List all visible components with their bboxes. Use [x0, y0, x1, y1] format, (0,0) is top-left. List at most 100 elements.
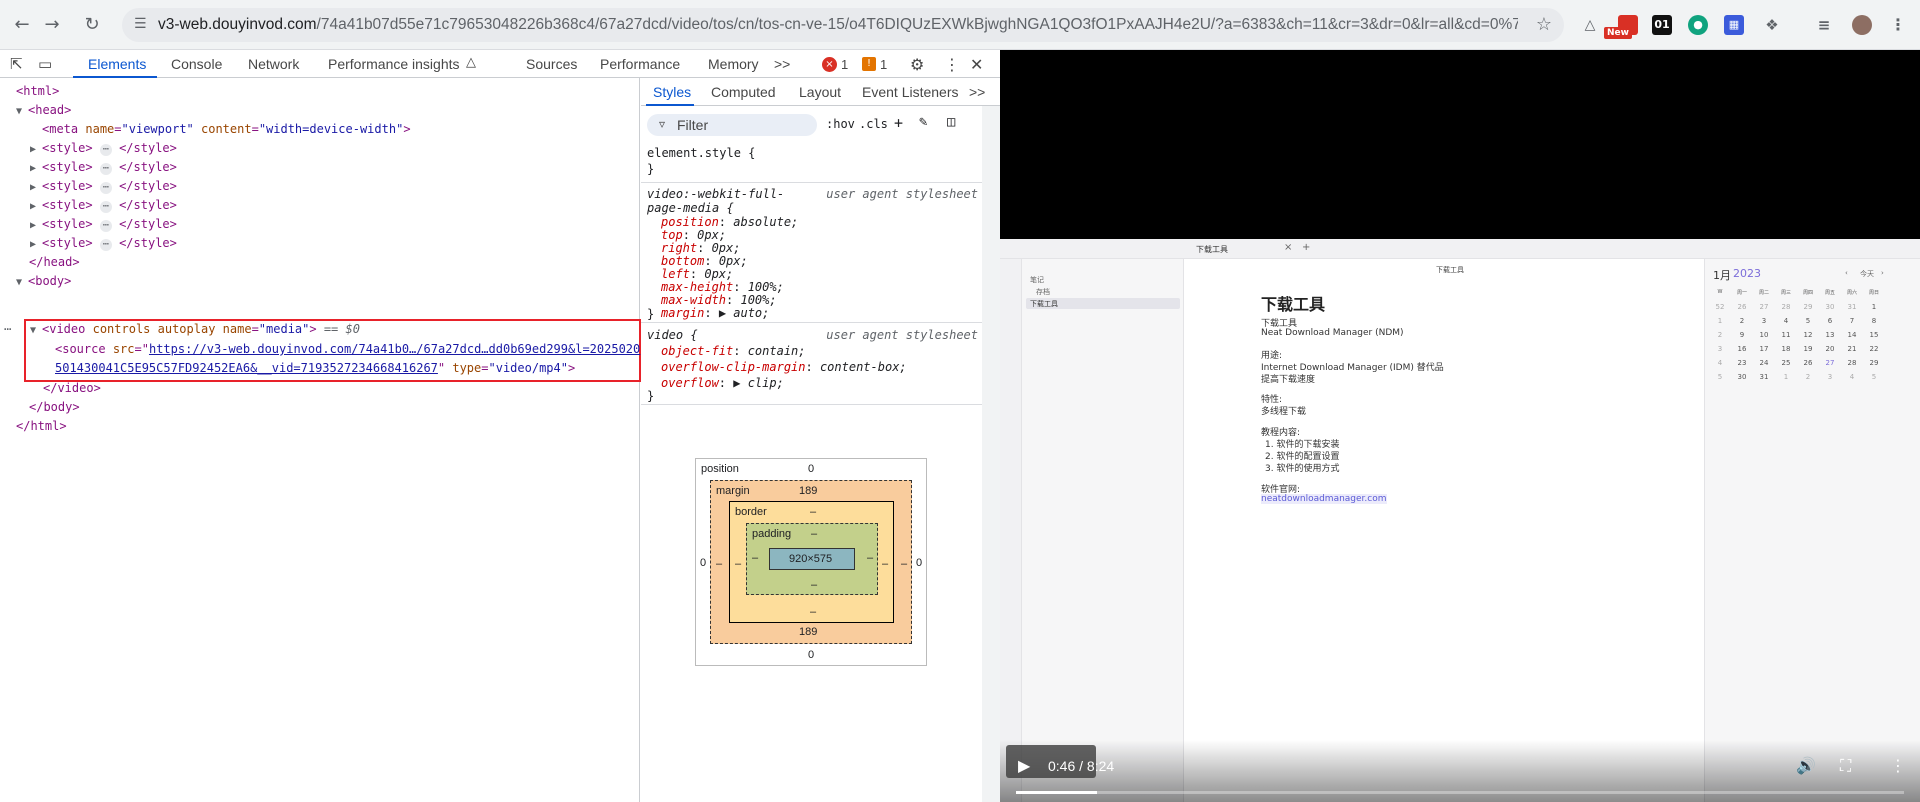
source-url-link[interactable]: 501430041C5E95C57FD92452EA6&__vid=719352… [55, 361, 438, 375]
more-options-icon[interactable]: ⋮ [1890, 756, 1906, 775]
new-style-rule-icon[interactable]: + [894, 114, 903, 132]
ellipsis-badge[interactable]: ⋯ [99, 163, 112, 175]
ellipsis-badge[interactable]: ⋯ [99, 220, 112, 232]
forward-arrow-icon[interactable]: → [40, 13, 64, 37]
ellipsis-badge[interactable]: ⋯ [99, 182, 112, 194]
styles-scrollbar[interactable] [982, 106, 1000, 802]
box-model-margin[interactable]: margin 189 – – 189 border – – – – paddin… [710, 480, 912, 644]
gear-icon[interactable]: ⚙ [910, 55, 924, 74]
box-model-border[interactable]: border – – – – padding – – – – 920×575 [729, 501, 894, 623]
hov-toggle-button[interactable]: :hov [826, 117, 855, 131]
margin-bottom-value[interactable]: 189 [799, 626, 817, 638]
padding-right-value[interactable]: – [867, 552, 873, 564]
toggle-sidebar-icon[interactable]: ◫ [947, 114, 955, 130]
css-declaration[interactable]: left: 0px; [661, 267, 733, 281]
padding-top-value[interactable]: – [811, 528, 817, 540]
border-top-value[interactable]: – [810, 506, 816, 518]
bookmark-star-icon[interactable]: ☆ [1536, 14, 1552, 35]
tab-performance[interactable]: Performance [600, 56, 680, 72]
extension-chatgpt-icon[interactable]: ● [1688, 15, 1708, 35]
node-actions-icon[interactable]: ⋯ [4, 322, 11, 336]
dom-node[interactable]: ▼ <body> [16, 274, 71, 288]
address-bar[interactable]: ☰ v3-web.douyinvod.com/74a41b07d55e71c79… [122, 8, 1564, 42]
border-right-value[interactable]: – [882, 558, 888, 570]
browser-menu-icon[interactable]: ⋮ [1888, 15, 1908, 35]
box-model-content[interactable]: 920×575 [769, 548, 855, 570]
position-left-value[interactable]: 0 [700, 557, 706, 569]
ellipsis-badge[interactable]: ⋯ [99, 144, 112, 156]
dom-node[interactable]: ▶ <style> ⋯ </style> [30, 141, 177, 156]
rule-selector[interactable]: video { [647, 328, 698, 342]
video-player[interactable]: 下载工具 × + 笔记 存档 下载工具 下载工具 下载工具 下载工具 Neat … [1000, 50, 1920, 802]
site-info-icon[interactable]: ☰ [134, 16, 147, 32]
dom-node[interactable]: ▶ <style> ⋯ </style> [30, 179, 177, 194]
css-declaration[interactable]: max-width: 100%; [661, 293, 777, 307]
reading-list-icon[interactable]: ≡ [1814, 15, 1834, 35]
expand-triangle-icon[interactable]: ▼ [16, 277, 28, 288]
dom-node[interactable]: ▶ <style> ⋯ </style> [30, 217, 177, 232]
rule-selector[interactable]: video:-webkit-full- [647, 187, 784, 201]
collapse-triangle-icon[interactable]: ▶ [30, 163, 42, 174]
expand-triangle-icon[interactable]: ▼ [30, 325, 42, 336]
more-styles-tabs-button[interactable]: >> [969, 84, 985, 100]
dom-node[interactable]: </html> [16, 419, 67, 433]
padding-bottom-value[interactable]: – [811, 579, 817, 591]
margin-top-value[interactable]: 189 [799, 485, 817, 497]
source-url-link[interactable]: https://v3-web.douyinvod.com/74a41b0…/67… [149, 342, 640, 356]
device-toolbar-icon[interactable]: ▭ [38, 55, 52, 73]
rule-selector[interactable]: element.style { [647, 146, 755, 160]
extension-grid-icon[interactable]: ▦ [1724, 15, 1744, 35]
tab-memory[interactable]: Memory [708, 56, 759, 72]
margin-left-value[interactable]: – [716, 558, 722, 570]
css-declaration[interactable]: overflow: ▶ clip; [661, 376, 784, 390]
warning-count[interactable]: 1 [880, 57, 887, 72]
css-declaration[interactable]: position: absolute; [661, 215, 798, 229]
css-declaration[interactable]: object-fit: contain; [661, 344, 806, 358]
css-declaration[interactable]: right: 0px; [661, 241, 740, 255]
extension-01-icon[interactable]: 01 [1652, 15, 1672, 35]
dom-node[interactable]: ▶ <style> ⋯ </style> [30, 198, 177, 213]
reload-icon[interactable]: ↻ [80, 13, 104, 37]
content-size-value[interactable]: 920×575 [789, 553, 832, 565]
rule-selector[interactable]: page-media { [647, 201, 734, 215]
tab-event-listeners[interactable]: Event Listeners [862, 84, 959, 100]
padding-left-value[interactable]: – [752, 552, 758, 564]
back-arrow-icon[interactable]: ← [10, 13, 34, 37]
tab-performance-insights[interactable]: Performance insights [328, 56, 460, 72]
extensions-puzzle-icon[interactable]: ❖ [1762, 15, 1782, 35]
css-declaration[interactable]: margin: ▶ auto; [661, 306, 769, 320]
box-model-padding[interactable]: padding – – – – 920×575 [746, 523, 878, 595]
extension-flask-icon[interactable]: △ [1580, 15, 1600, 35]
dom-node[interactable]: </head> [29, 255, 80, 269]
collapse-triangle-icon[interactable]: ▶ [30, 239, 42, 250]
styles-filter-input[interactable]: ▿ Filter [647, 114, 817, 136]
tab-sources[interactable]: Sources [526, 56, 577, 72]
border-left-value[interactable]: – [735, 558, 741, 570]
position-bottom-value[interactable]: 0 [808, 649, 814, 661]
close-icon[interactable]: ✕ [970, 55, 983, 74]
paint-brush-icon[interactable]: ✎ [919, 114, 927, 130]
inspect-element-icon[interactable]: ⇱ [10, 55, 23, 73]
css-declaration[interactable]: top: 0px; [661, 228, 726, 242]
dom-node-source-cont[interactable]: 501430041C5E95C57FD92452EA6&__vid=719352… [55, 361, 575, 375]
css-declaration[interactable]: overflow-clip-margin: content-box; [661, 360, 907, 374]
dom-node-video[interactable]: ▼ <video controls autoplay name="media"> … [30, 322, 360, 336]
position-right-value[interactable]: 0 [916, 557, 922, 569]
border-bottom-value[interactable]: – [810, 606, 816, 618]
volume-icon[interactable]: 🔊 [1796, 756, 1816, 775]
dom-node[interactable]: <meta name="viewport" content="width=dev… [42, 122, 411, 136]
dom-node[interactable]: </video> [43, 381, 101, 395]
collapse-triangle-icon[interactable]: ▶ [30, 144, 42, 155]
dom-node[interactable]: <html> [16, 84, 59, 98]
error-count[interactable]: 1 [841, 57, 848, 72]
collapse-triangle-icon[interactable]: ▶ [30, 182, 42, 193]
tab-computed[interactable]: Computed [711, 84, 776, 100]
dom-node[interactable]: ▼ <head> [16, 103, 71, 117]
play-icon[interactable]: ▶ [1018, 756, 1030, 775]
kebab-menu-icon[interactable]: ⋮ [944, 55, 960, 74]
dom-node[interactable]: ▶ <style> ⋯ </style> [30, 160, 177, 175]
collapse-triangle-icon[interactable]: ▶ [30, 220, 42, 231]
dom-node[interactable]: ▶ <style> ⋯ </style> [30, 236, 177, 251]
more-tabs-button[interactable]: >> [774, 56, 790, 72]
video-progress-bar[interactable] [1016, 791, 1904, 794]
